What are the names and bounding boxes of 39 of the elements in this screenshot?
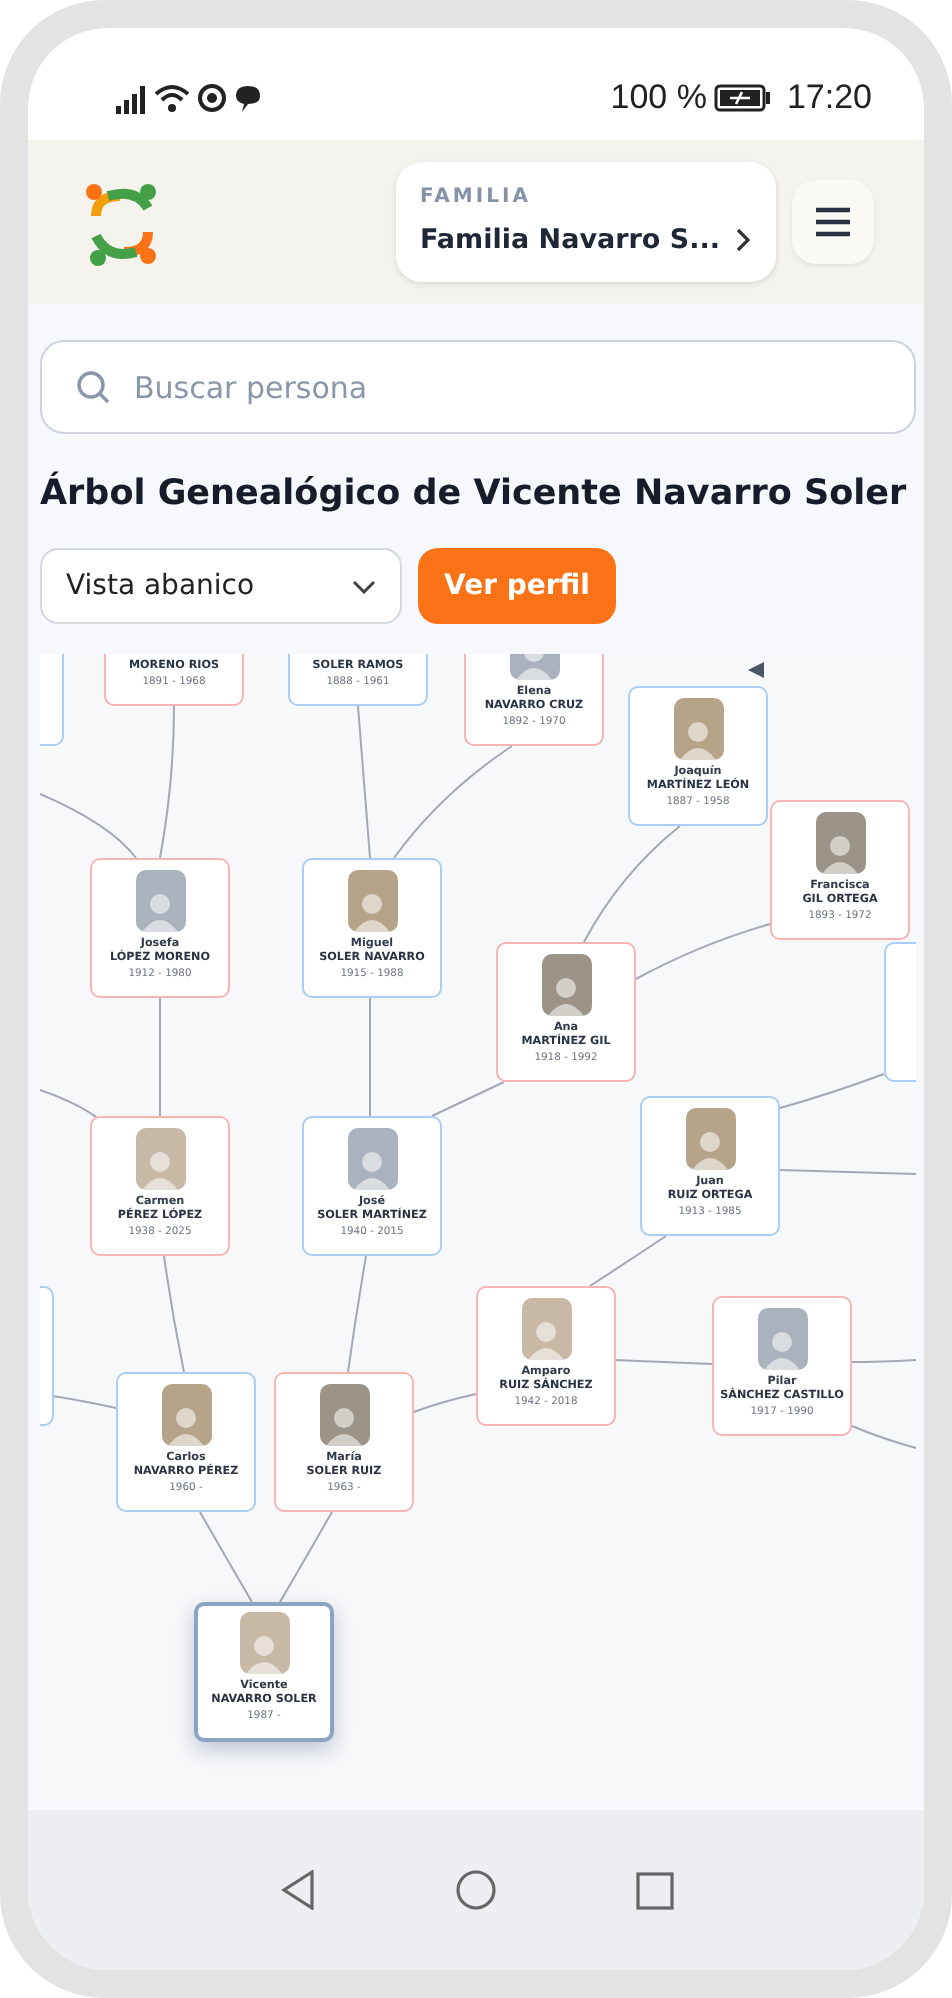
connector-line [40,793,137,859]
connector-line [779,1169,916,1175]
circle-app-icon [198,84,226,112]
connector-line [851,1359,916,1363]
connector-line [199,1511,253,1603]
search-field[interactable]: Buscar persona [40,340,916,434]
chat-bubble-icon [234,83,262,113]
connector-line [613,1359,713,1365]
connector-line [779,1073,885,1109]
menu-button[interactable] [792,180,874,264]
signal-icon [116,83,146,113]
connector-line [851,1425,916,1449]
chevron-down-icon [352,579,376,593]
connector-line [589,1235,667,1287]
connector-line [431,1081,505,1117]
connector-line [347,1255,367,1373]
family-name: Familia Navarro S... [420,222,723,261]
search-icon [76,370,110,404]
home-icon[interactable] [455,1870,495,1910]
family-selector[interactable]: FAMILIA Familia Navarro S... [396,162,776,282]
connector-line [369,997,371,1117]
view-select[interactable]: Vista abanico [40,548,402,624]
connector-line [159,997,161,1117]
triangle-icon [748,662,764,678]
chevron-right-icon [734,228,752,252]
connector-line [40,1089,101,1121]
page-title: Árbol Genealógico de Vicente Navarro Soler [40,474,909,516]
back-icon[interactable] [279,1870,315,1910]
wifi-icon [154,82,190,114]
connector-line [279,1511,333,1603]
connector-line [413,1393,477,1413]
menu-icon [814,206,852,238]
family-label: FAMILIA [420,184,533,213]
battery-icon [714,84,771,112]
battery-percentage: 100 % [610,76,707,121]
clock-time: 17:20 [786,76,872,121]
recent-apps-icon[interactable] [635,1871,673,1909]
connector-line [393,745,513,859]
connector-line [163,1255,185,1373]
